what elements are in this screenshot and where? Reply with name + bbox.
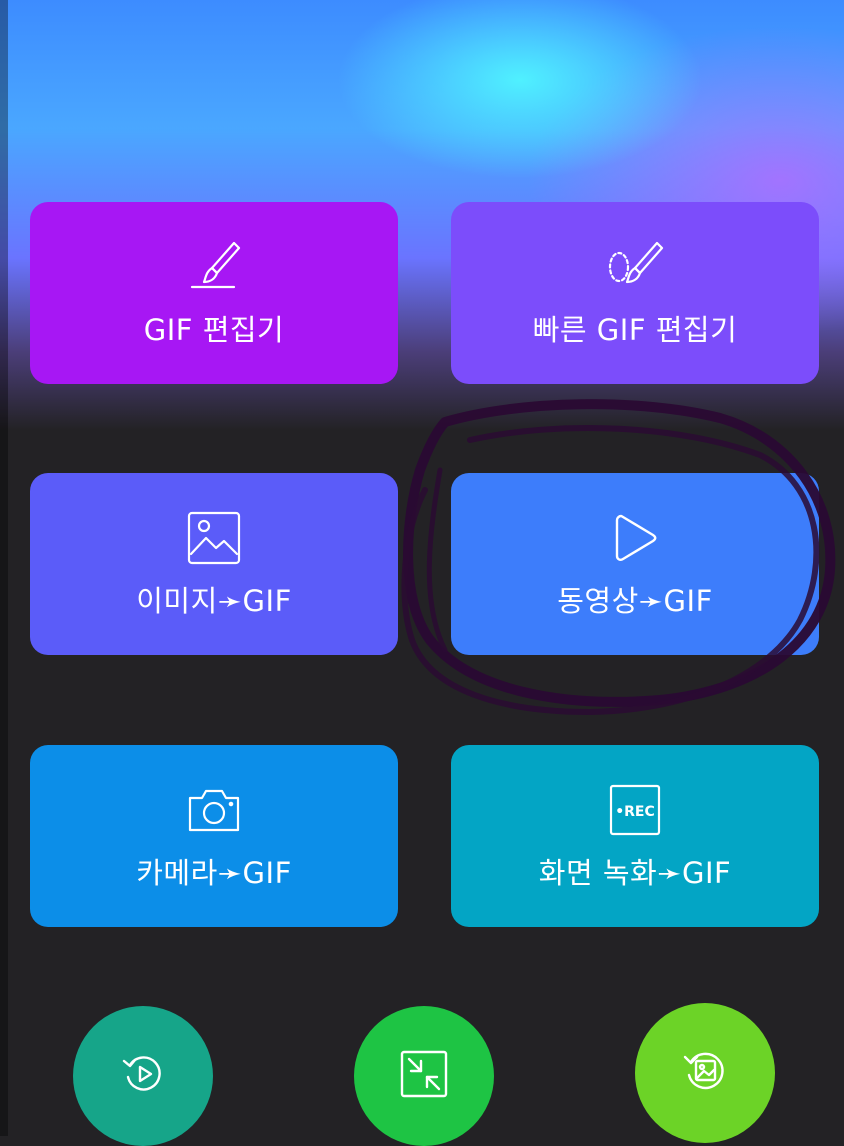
quick-gif-editor-button[interactable]: 빠른 GIF 편집기 bbox=[451, 202, 819, 384]
paintbrush-lasso-icon bbox=[605, 237, 665, 297]
video-to-gif-label: 동영상➛GIF bbox=[557, 584, 713, 618]
image-to-gif-label: 이미지➛GIF bbox=[136, 584, 292, 618]
reverse-image-icon bbox=[679, 1045, 731, 1101]
camera-to-gif-label: 카메라➛GIF bbox=[136, 856, 292, 890]
image-to-gif-button[interactable]: 이미지➛GIF bbox=[30, 473, 398, 655]
paintbrush-icon bbox=[184, 237, 244, 297]
camera-to-gif-button[interactable]: 카메라➛GIF bbox=[30, 745, 398, 927]
gif-editor-button[interactable]: GIF 편집기 bbox=[30, 202, 398, 384]
compress-icon bbox=[397, 1047, 451, 1105]
quick-gif-editor-label: 빠른 GIF 편집기 bbox=[532, 313, 738, 347]
left-edge-shadow bbox=[0, 0, 8, 1136]
rec-icon: •REC bbox=[605, 780, 665, 840]
play-icon bbox=[605, 508, 665, 568]
reverse-video-button[interactable] bbox=[73, 1006, 213, 1146]
rec-icon-text: •REC bbox=[615, 804, 655, 820]
reverse-image-button[interactable] bbox=[635, 1003, 775, 1143]
video-to-gif-button[interactable]: 동영상➛GIF bbox=[451, 473, 819, 655]
screen-record-to-gif-label: 화면 녹화➛GIF bbox=[538, 856, 732, 890]
compress-button[interactable] bbox=[354, 1006, 494, 1146]
image-icon bbox=[184, 508, 244, 568]
gif-editor-label: GIF 편집기 bbox=[143, 313, 285, 347]
reverse-video-icon bbox=[118, 1049, 168, 1103]
camera-icon bbox=[184, 780, 244, 840]
screen-record-to-gif-button[interactable]: •REC 화면 녹화➛GIF bbox=[451, 745, 819, 927]
